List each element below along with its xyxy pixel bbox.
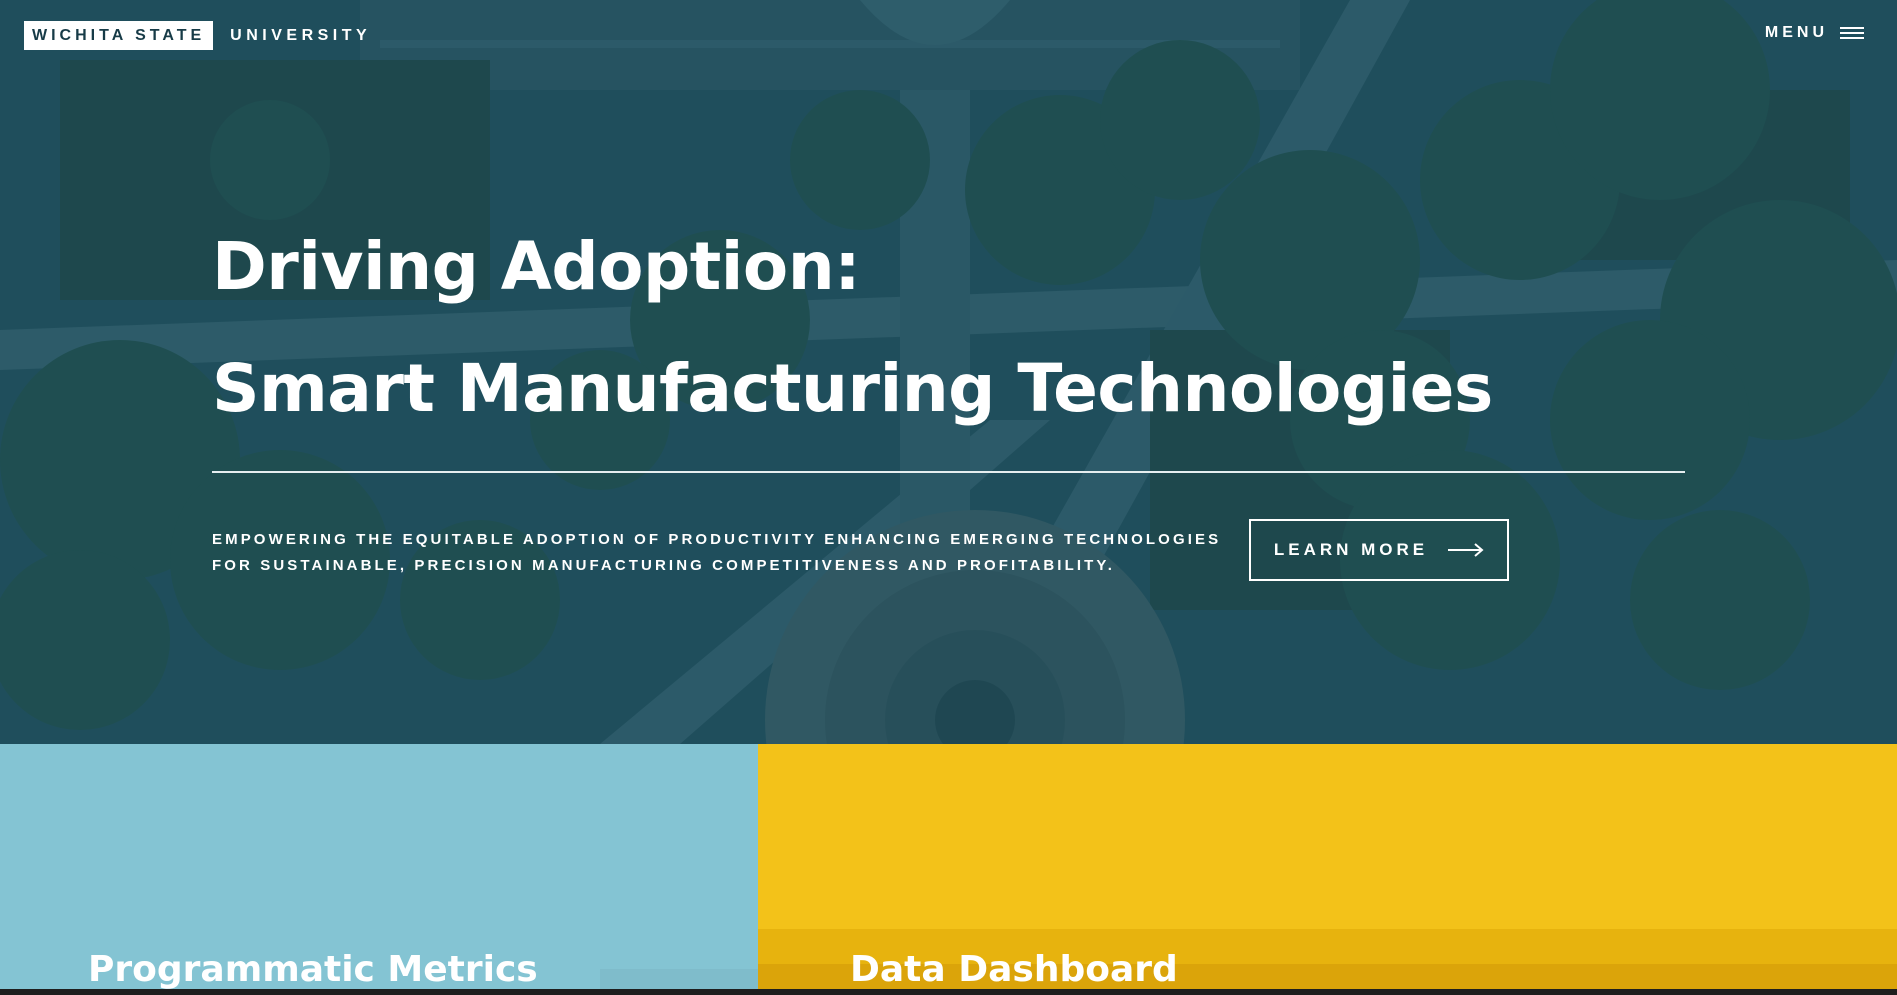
programmatic-metrics-panel[interactable]: Programmatic Metrics bbox=[0, 744, 758, 995]
hamburger-icon bbox=[1840, 26, 1864, 40]
arrow-right-icon bbox=[1448, 543, 1484, 557]
data-dashboard-panel[interactable]: Data Dashboard bbox=[758, 744, 1897, 995]
hero-section: WICHITA STATE UNIVERSITY MENU Driving Ad… bbox=[0, 0, 1897, 744]
menu-label: MENU bbox=[1764, 24, 1828, 41]
learn-more-label: LEARN MORE bbox=[1273, 540, 1429, 559]
menu-button[interactable]: MENU bbox=[1765, 24, 1864, 42]
hero-divider bbox=[212, 471, 1685, 473]
panel-title-programmatic-metrics: Programmatic Metrics bbox=[88, 949, 538, 990]
bottom-edge bbox=[0, 989, 1897, 995]
logo-wordmark-university: UNIVERSITY bbox=[230, 26, 372, 44]
hero-headline-line1: Driving Adoption: bbox=[212, 228, 861, 305]
panel-title-data-dashboard: Data Dashboard bbox=[850, 949, 1178, 990]
university-logo[interactable]: WICHITA STATE UNIVERSITY bbox=[24, 21, 371, 50]
learn-more-button[interactable]: LEARN MORE bbox=[1249, 519, 1509, 581]
hero-headline-line2: Smart Manufacturing Technologies bbox=[212, 350, 1493, 427]
hero-tagline: Empowering the equitable adoption of pro… bbox=[212, 531, 1222, 574]
logo-wordmark-box: WICHITA STATE bbox=[24, 21, 214, 50]
